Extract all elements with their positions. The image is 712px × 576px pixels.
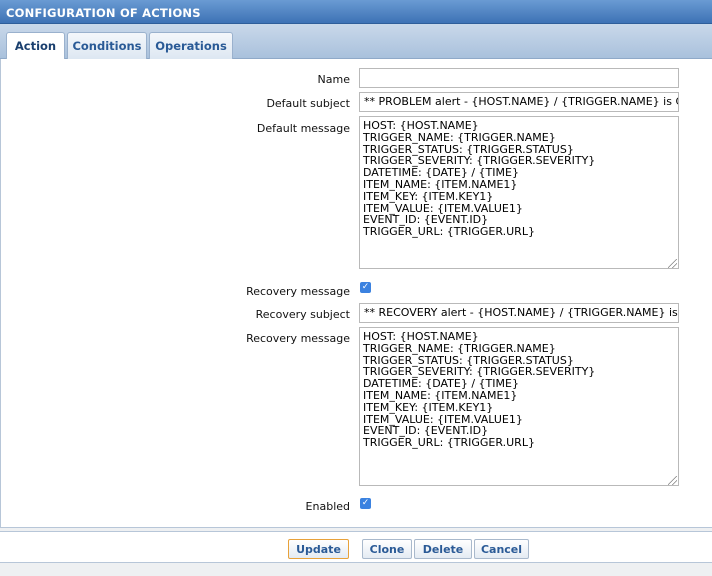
default-message-label: Default message [256,122,350,135]
recovery-subject-label: Recovery subject [255,308,350,321]
name-input[interactable] [359,68,679,88]
enabled-label: Enabled [305,500,350,513]
default-subject-label: Default subject [266,97,350,110]
resize-grip-icon[interactable] [668,476,677,485]
name-label: Name [317,73,350,86]
recovery-message-textarea[interactable]: HOST: {HOST.NAME} TRIGGER_NAME: {TRIGGER… [359,327,679,486]
tab-operations[interactable]: Operations [149,32,233,59]
delete-button[interactable]: Delete [414,539,472,559]
recovery-message-toggle-label: Recovery message [246,285,350,298]
action-form-panel: Name Default subject ** PROBLEM alert - … [0,59,712,528]
recovery-message-checkbox[interactable]: ✓ [360,282,371,293]
page-title: CONFIGURATION OF ACTIONS [0,0,712,24]
tab-strip: Action Conditions Operations [0,24,712,60]
bottom-strip [0,563,712,576]
recovery-subject-input[interactable]: ** RECOVERY alert - {HOST.NAME} / {TRIGG… [359,303,679,323]
recovery-message-label: Recovery message [246,332,350,345]
enabled-checkbox[interactable]: ✓ [360,498,371,509]
default-subject-input[interactable]: ** PROBLEM alert - {HOST.NAME} / {TRIGGE… [359,92,679,112]
default-message-textarea[interactable]: HOST: {HOST.NAME} TRIGGER_NAME: {TRIGGER… [359,116,679,269]
cancel-button[interactable]: Cancel [474,539,529,559]
update-button[interactable]: Update [288,539,349,559]
tab-action[interactable]: Action [6,32,65,60]
form-buttons-bar: Update Clone Delete Cancel [0,531,712,563]
clone-button[interactable]: Clone [362,539,412,559]
tab-conditions[interactable]: Conditions [67,32,147,59]
resize-grip-icon[interactable] [668,259,677,268]
